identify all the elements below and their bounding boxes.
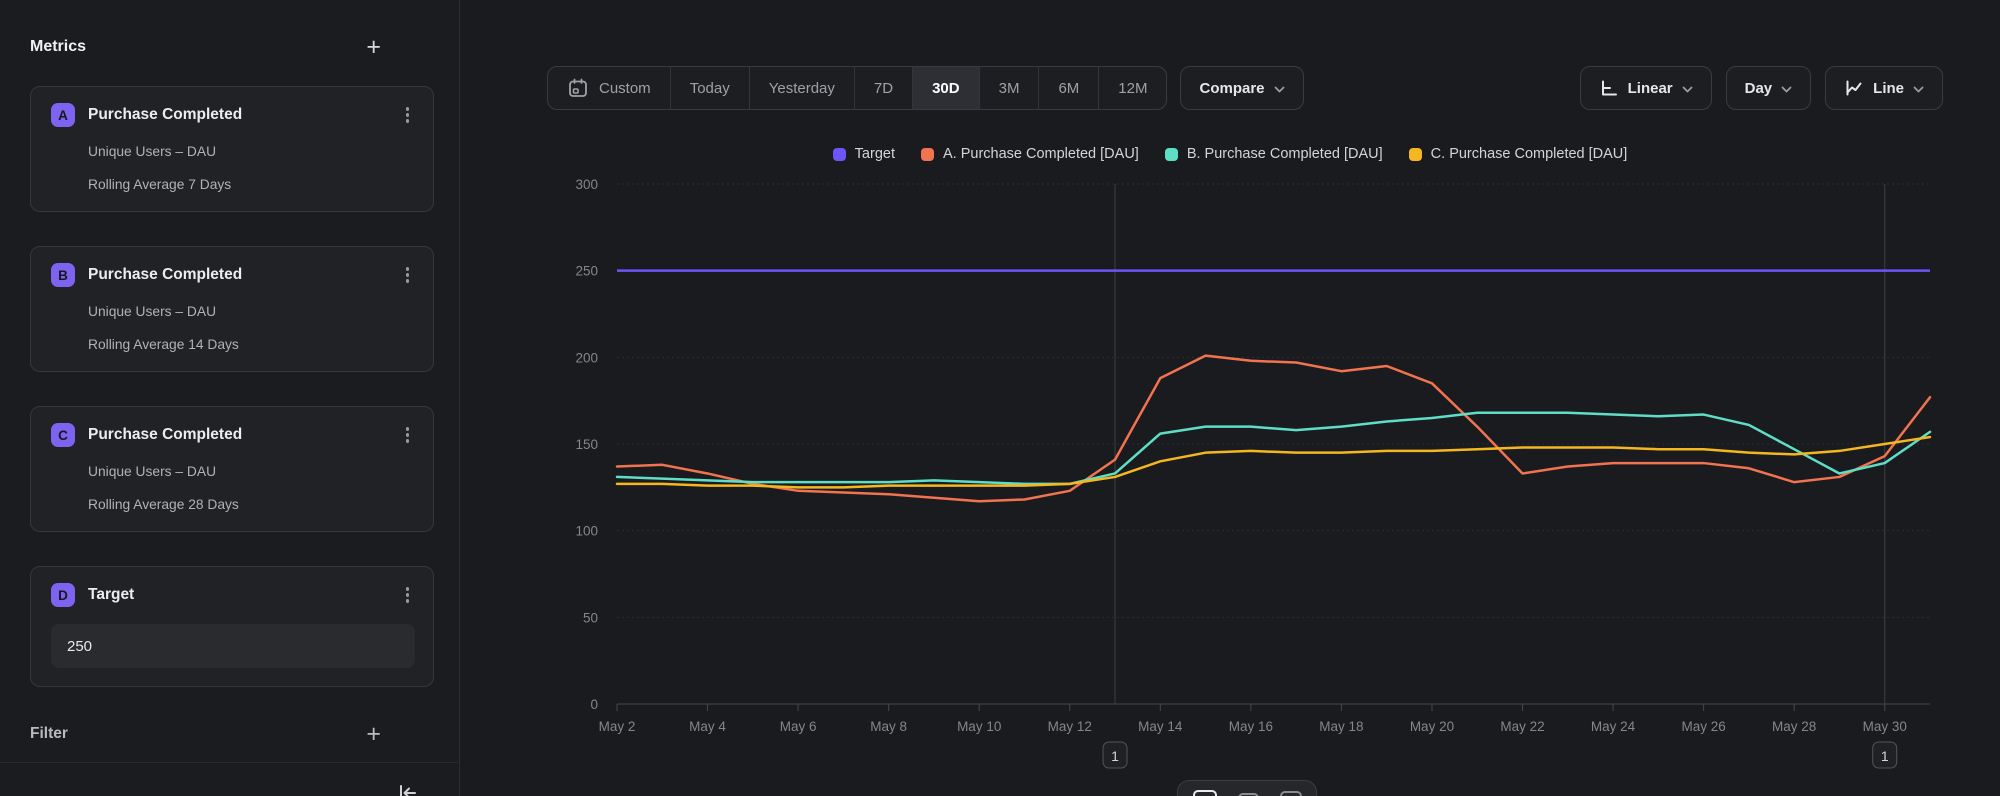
metric-measure: Unique Users – DAU (88, 142, 415, 162)
legend-item-b[interactable]: B. Purchase Completed [DAU] (1165, 146, 1383, 162)
target-title: Target (88, 586, 400, 604)
plus-icon: + (366, 33, 381, 61)
svg-text:250: 250 (575, 264, 598, 279)
metric-badge-d: D (51, 583, 75, 607)
svg-text:May 16: May 16 (1229, 719, 1273, 734)
chart-type-dropdown[interactable]: Line (1825, 66, 1943, 110)
date-range-30d[interactable]: 30D (912, 67, 979, 109)
svg-text:50: 50 (583, 610, 598, 625)
compare-dropdown[interactable]: Compare (1180, 66, 1303, 110)
svg-text:100: 100 (575, 524, 598, 539)
metric-window: Rolling Average 14 Days (88, 335, 415, 355)
plus-icon: + (366, 720, 381, 748)
target-value-input[interactable] (51, 624, 415, 668)
svg-text:May 18: May 18 (1319, 719, 1363, 734)
date-range-6m[interactable]: 6M (1038, 67, 1098, 109)
kebab-menu-icon[interactable] (400, 103, 416, 127)
svg-text:0: 0 (590, 697, 598, 712)
sidebar-divider (0, 762, 458, 763)
date-range-12m[interactable]: 12M (1098, 67, 1166, 109)
metric-badge-c: C (51, 423, 75, 447)
metric-badge-a: A (51, 103, 75, 127)
svg-text:May 6: May 6 (780, 719, 817, 734)
metrics-sidebar: Metrics + A Purchase Completed Unique Us… (0, 0, 460, 796)
kebab-menu-icon[interactable] (400, 423, 416, 447)
svg-text:May 20: May 20 (1410, 719, 1454, 734)
chart-size-toggle (1177, 780, 1317, 796)
legend-swatch (1409, 148, 1422, 161)
scale-dropdown[interactable]: Linear (1580, 66, 1712, 110)
granularity-dropdown[interactable]: Day (1726, 66, 1812, 110)
filter-section: Filter + (30, 721, 433, 747)
add-metric-button[interactable]: + (362, 36, 385, 58)
date-range-3m[interactable]: 3M (979, 67, 1039, 109)
svg-text:1: 1 (1881, 748, 1889, 764)
annotation-badge[interactable]: 1 (1103, 742, 1127, 768)
date-range-segmented-control: Custom Today Yesterday 7D 30D 3M 6M 12M (547, 66, 1167, 110)
metric-window: Rolling Average 28 Days (88, 495, 415, 515)
date-range-today[interactable]: Today (670, 67, 749, 109)
svg-text:300: 300 (575, 177, 598, 192)
svg-text:May 30: May 30 (1863, 719, 1907, 734)
chevron-down-icon (1781, 86, 1792, 93)
svg-text:May 14: May 14 (1138, 719, 1183, 734)
date-range-custom[interactable]: Custom (548, 67, 670, 109)
svg-text:May 28: May 28 (1772, 719, 1816, 734)
collapse-sidebar-button[interactable] (397, 782, 419, 796)
metrics-header: Metrics + (30, 34, 433, 60)
svg-text:150: 150 (575, 437, 598, 452)
svg-text:May 2: May 2 (599, 719, 636, 734)
chevron-down-icon (1274, 86, 1285, 93)
svg-text:May 8: May 8 (870, 719, 907, 734)
legend-swatch (1165, 148, 1178, 161)
svg-text:200: 200 (575, 350, 598, 365)
metric-title: Purchase Completed (88, 266, 400, 284)
legend-item-a[interactable]: A. Purchase Completed [DAU] (921, 146, 1139, 162)
date-range-7d[interactable]: 7D (854, 67, 912, 109)
chevron-down-icon (1913, 86, 1924, 93)
svg-text:1: 1 (1111, 748, 1119, 764)
svg-text:May 10: May 10 (957, 719, 1001, 734)
metrics-title: Metrics (30, 38, 86, 56)
kebab-menu-icon[interactable] (400, 263, 416, 287)
chart-size-large-icon[interactable] (1193, 790, 1217, 796)
add-filter-button[interactable]: + (362, 723, 385, 745)
svg-text:May 24: May 24 (1591, 719, 1636, 734)
metric-card-a[interactable]: A Purchase Completed Unique Users – DAU … (30, 86, 434, 212)
line-chart[interactable]: 0 50 100 150 200 250 300 May 2 May 4 May 6 May 8 Ma… (460, 0, 2000, 796)
chart-legend: Target A. Purchase Completed [DAU] B. Pu… (460, 146, 2000, 162)
metric-window: Rolling Average 7 Days (88, 175, 415, 195)
chart-size-medium-icon[interactable] (1280, 791, 1302, 796)
metric-card-b[interactable]: B Purchase Completed Unique Users – DAU … (30, 246, 434, 372)
chart-panel: 0 50 100 150 200 250 300 May 2 May 4 May 6 May 8 Ma… (460, 0, 2000, 796)
metric-measure: Unique Users – DAU (88, 462, 415, 482)
metric-card-c[interactable]: C Purchase Completed Unique Users – DAU … (30, 406, 434, 532)
svg-text:May 12: May 12 (1048, 719, 1092, 734)
chart-toolbar: Custom Today Yesterday 7D 30D 3M 6M 12M … (460, 66, 2000, 110)
filter-title: Filter (30, 725, 68, 743)
metric-title: Purchase Completed (88, 106, 400, 124)
line-chart-icon (1844, 78, 1864, 98)
svg-text:May 4: May 4 (689, 719, 726, 734)
metric-measure: Unique Users – DAU (88, 302, 415, 322)
collapse-left-icon (397, 782, 419, 796)
legend-swatch (833, 148, 846, 161)
calendar-icon (567, 77, 589, 99)
target-card[interactable]: D Target (30, 566, 434, 687)
legend-item-target[interactable]: Target (833, 146, 895, 162)
legend-item-c[interactable]: C. Purchase Completed [DAU] (1409, 146, 1628, 162)
metric-badge-b: B (51, 263, 75, 287)
chevron-down-icon (1682, 86, 1693, 93)
date-range-yesterday[interactable]: Yesterday (749, 67, 854, 109)
annotation-badge[interactable]: 1 (1873, 742, 1897, 768)
legend-swatch (921, 148, 934, 161)
kebab-menu-icon[interactable] (400, 583, 416, 607)
svg-text:May 26: May 26 (1681, 719, 1725, 734)
svg-text:May 22: May 22 (1500, 719, 1544, 734)
metric-title: Purchase Completed (88, 426, 400, 444)
linear-axis-icon (1599, 78, 1619, 98)
